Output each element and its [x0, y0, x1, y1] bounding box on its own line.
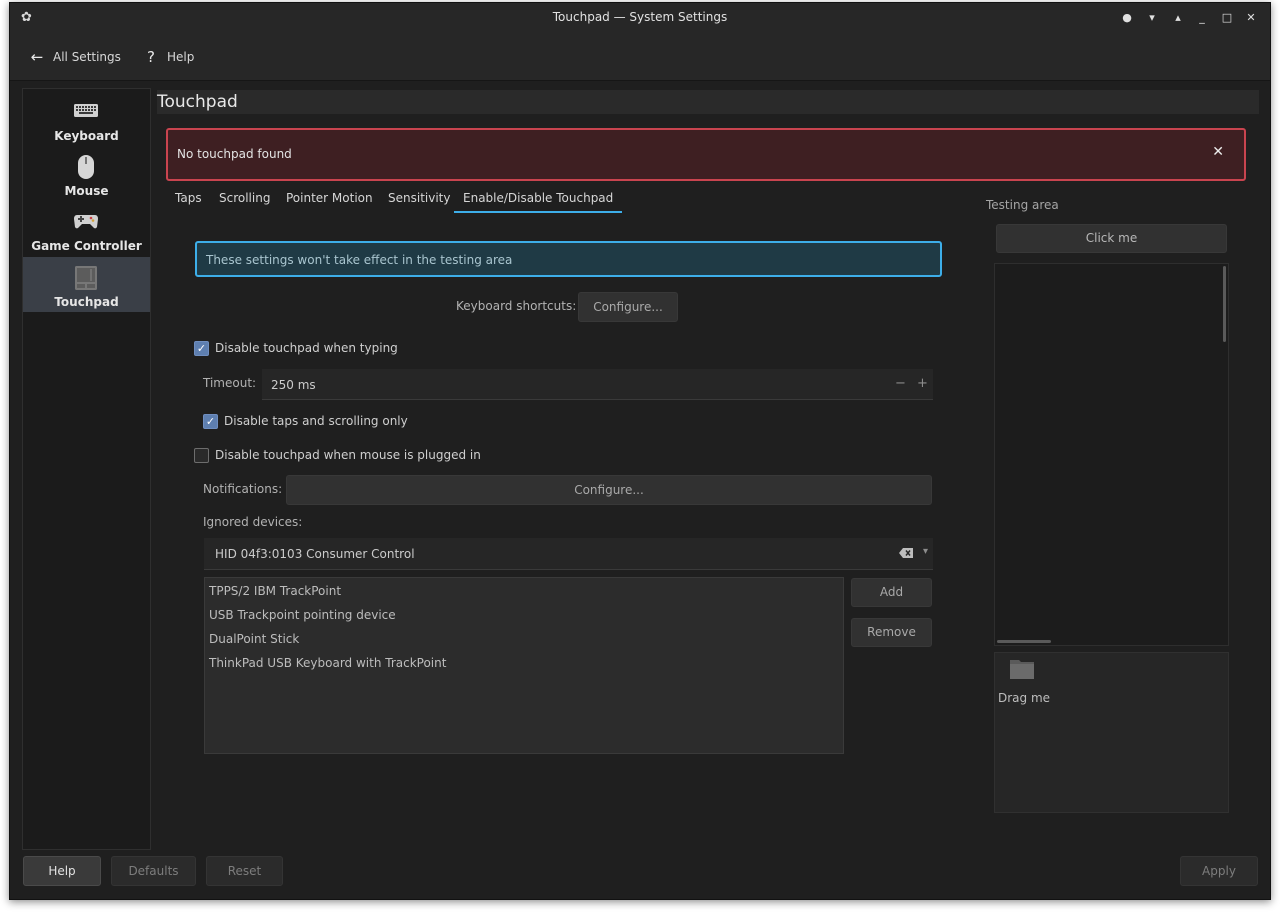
system-settings-window: ✿ Touchpad — System Settings ● ▾ ▴ _ □ ✕…	[9, 2, 1271, 900]
disable-when-typing-row[interactable]: ✓ Disable touchpad when typing	[194, 339, 398, 357]
device-combobox[interactable]: HID 04f3:0103 Consumer Control ▾	[204, 538, 933, 570]
list-item[interactable]: USB Trackpoint pointing device	[209, 608, 396, 622]
help-icon: ?	[147, 48, 155, 66]
dropdown-arrow-icon[interactable]: ▾	[923, 546, 928, 557]
disable-when-typing-checkbox[interactable]: ✓	[194, 340, 209, 356]
apply-button[interactable]: Apply	[1180, 856, 1258, 886]
list-item[interactable]: ThinkPad USB Keyboard with TrackPoint	[209, 656, 446, 670]
disable-mouse-checkbox[interactable]	[194, 447, 209, 463]
close-banner-icon[interactable]: ✕	[1212, 144, 1224, 160]
horizontal-scrollbar[interactable]	[997, 640, 1051, 643]
timeout-value: 250 ms	[271, 378, 316, 392]
help-toolbar-label: Help	[167, 50, 195, 64]
vertical-scrollbar[interactable]	[1223, 266, 1226, 342]
all-settings-label: All Settings	[53, 50, 121, 64]
all-settings-button[interactable]: ← All Settings	[30, 45, 121, 69]
tab-sensitivity[interactable]: Sensitivity	[388, 191, 450, 213]
keyboard-shortcuts-configure-button[interactable]: Configure...	[578, 292, 678, 322]
sidebar: Keyboard Mouse Game Controller Touchpad	[22, 88, 151, 850]
keep-above-icon[interactable]: ●	[1118, 9, 1136, 27]
device-combobox-value: HID 04f3:0103 Consumer Control	[215, 547, 415, 561]
title-bar[interactable]: ✿ Touchpad — System Settings ● ▾ ▴ _ □ ✕	[10, 3, 1270, 33]
sidebar-item-label: Touchpad	[54, 295, 119, 309]
list-item[interactable]: DualPoint Stick	[209, 632, 299, 646]
increase-timeout-icon[interactable]: +	[917, 376, 928, 391]
info-message: These settings won't take effect in the …	[195, 241, 942, 277]
error-banner: No touchpad found ✕	[166, 128, 1246, 181]
back-arrow-icon: ←	[30, 48, 44, 66]
notifications-label: Notifications:	[203, 482, 283, 496]
tab-enable-disable-touchpad[interactable]: Enable/Disable Touchpad	[454, 191, 623, 213]
sidebar-item-game-controller[interactable]: Game Controller	[23, 201, 150, 256]
add-device-button[interactable]: Add	[851, 578, 932, 607]
help-button[interactable]: Help	[23, 856, 101, 886]
ignored-devices-label: Ignored devices:	[203, 515, 303, 529]
timeout-spinbox[interactable]: 250 ms − +	[262, 369, 933, 400]
sidebar-item-keyboard[interactable]: Keyboard	[23, 91, 150, 146]
toolbar: ← All Settings ? Help	[10, 33, 1270, 81]
disable-mouse-row[interactable]: Disable touchpad when mouse is plugged i…	[194, 446, 481, 464]
tab-taps[interactable]: Taps	[175, 191, 202, 213]
sidebar-item-label: Game Controller	[31, 239, 142, 253]
disable-taps-label: Disable taps and scrolling only	[224, 414, 408, 428]
window-title: Touchpad — System Settings	[552, 10, 728, 24]
drag-me-label: Drag me	[998, 691, 1051, 705]
touchpad-icon	[73, 265, 99, 290]
disable-taps-checkbox[interactable]: ✓	[203, 413, 218, 429]
menu-down-icon[interactable]: ▾	[1143, 9, 1161, 27]
sidebar-item-label: Keyboard	[54, 129, 119, 143]
game-controller-icon	[73, 209, 99, 231]
notifications-configure-button[interactable]: Configure...	[286, 475, 932, 505]
help-toolbar-button[interactable]: ? Help	[144, 45, 194, 69]
close-window-icon[interactable]: ✕	[1242, 9, 1260, 27]
defaults-button[interactable]: Defaults	[111, 856, 196, 886]
sidebar-item-label: Mouse	[64, 184, 109, 198]
timeout-label: Timeout:	[203, 376, 257, 390]
testing-scroll-area[interactable]	[994, 263, 1229, 646]
sidebar-item-touchpad[interactable]: Touchpad	[23, 257, 150, 312]
remove-device-button[interactable]: Remove	[851, 618, 932, 647]
click-me-button[interactable]: Click me	[996, 224, 1227, 253]
info-text: These settings won't take effect in the …	[206, 253, 513, 267]
minimize-icon[interactable]: _	[1193, 9, 1211, 27]
keyboard-shortcuts-label: Keyboard shortcuts:	[456, 299, 577, 313]
tab-pointer-motion[interactable]: Pointer Motion	[286, 191, 373, 213]
keep-on-top-icon[interactable]: ▴	[1169, 9, 1187, 27]
disable-taps-row[interactable]: ✓ Disable taps and scrolling only	[203, 412, 408, 430]
decrease-timeout-icon[interactable]: −	[895, 376, 906, 391]
testing-area-label: Testing area	[986, 198, 1059, 212]
drag-area: Drag me	[994, 652, 1229, 813]
tab-scrolling[interactable]: Scrolling	[219, 191, 270, 213]
sidebar-item-mouse[interactable]: Mouse	[23, 146, 150, 201]
mouse-icon	[73, 154, 99, 179]
keyboard-icon	[73, 99, 99, 121]
clear-icon[interactable]	[899, 547, 913, 558]
folder-icon[interactable]	[1009, 658, 1035, 680]
error-message: No touchpad found	[177, 147, 292, 161]
reset-button[interactable]: Reset	[206, 856, 283, 886]
ignored-devices-list[interactable]: TPPS/2 IBM TrackPoint USB Trackpoint poi…	[204, 577, 844, 754]
disable-when-typing-label: Disable touchpad when typing	[215, 341, 398, 355]
disable-mouse-label: Disable touchpad when mouse is plugged i…	[215, 448, 481, 462]
maximize-icon[interactable]: □	[1218, 9, 1236, 27]
list-item[interactable]: TPPS/2 IBM TrackPoint	[209, 584, 341, 598]
page-title: Touchpad	[157, 90, 1259, 114]
